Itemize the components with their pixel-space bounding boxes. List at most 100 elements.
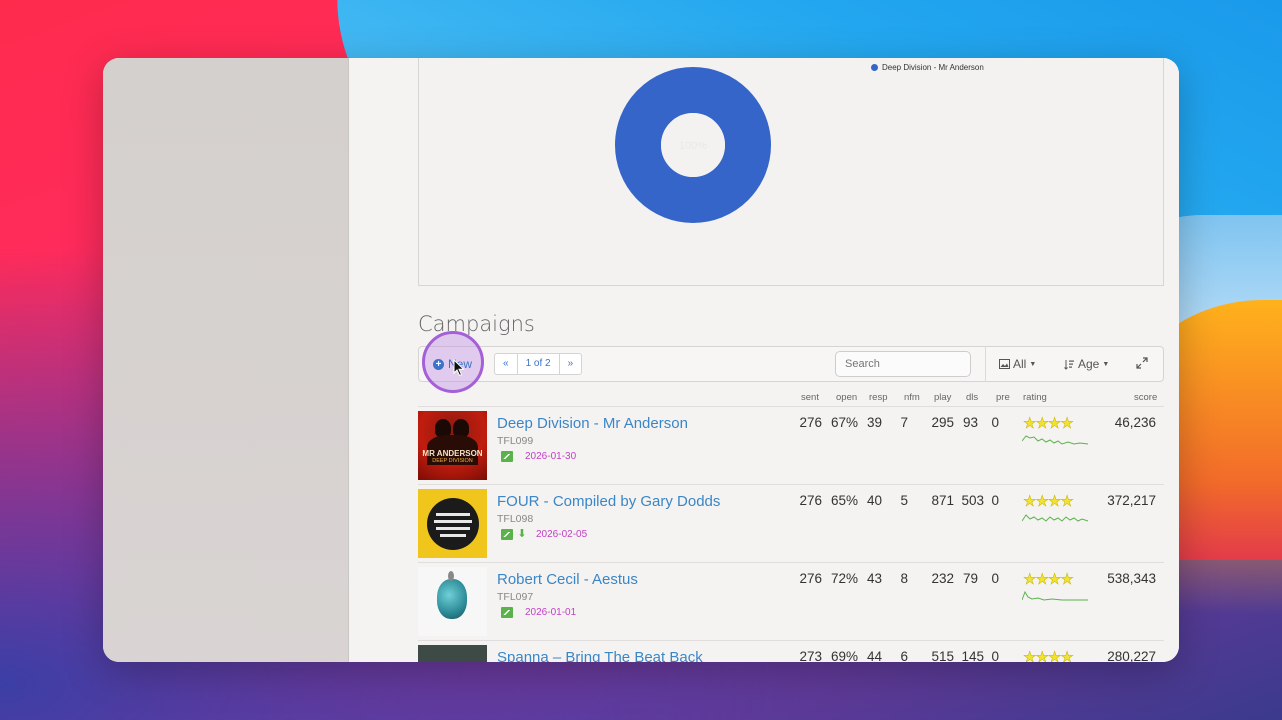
caret-down-icon: ▼: [1029, 360, 1037, 368]
catalog-code: TFL099: [497, 435, 534, 447]
asset-icons: [501, 607, 513, 618]
toolbar-divider: [985, 347, 986, 381]
nfm-value: 8: [900, 571, 908, 586]
rating-stars: ★★★★: [1023, 493, 1074, 511]
sparkline-chart: [1022, 590, 1088, 601]
filter-all-dropdown[interactable]: All ▼: [999, 357, 1036, 371]
sidebar: [103, 58, 349, 662]
image-icon[interactable]: [501, 451, 513, 462]
column-header-play[interactable]: play: [934, 392, 951, 403]
release-date: 2026-01-01: [525, 607, 577, 618]
plus-circle-icon: +: [433, 358, 444, 370]
resp-value: 44: [866, 649, 882, 662]
column-header-sent[interactable]: sent: [801, 392, 819, 403]
slice-percent-label: 100%: [679, 140, 707, 152]
cursor-icon: [453, 359, 465, 377]
open-value: 65%: [830, 493, 858, 508]
column-header-pre[interactable]: pre: [996, 392, 1010, 403]
image-icon[interactable]: [501, 529, 513, 540]
app-window: 100% Deep Division - Mr Anderson Campaig…: [103, 58, 1179, 662]
legend-label[interactable]: Deep Division - Mr Anderson: [882, 63, 984, 72]
nfm-value: 5: [900, 493, 908, 508]
pre-value: 0: [991, 571, 999, 586]
section-title: Campaigns: [418, 312, 535, 336]
open-value: 69%: [830, 649, 858, 662]
resp-value: 39: [866, 415, 882, 430]
download-icon[interactable]: ⬇: [516, 529, 528, 540]
sparkline-chart: [1022, 514, 1089, 522]
dls-value: 503: [961, 493, 984, 508]
sent-value: 273: [799, 649, 822, 662]
asset-icons: ⬇: [501, 529, 528, 540]
column-header-score[interactable]: score: [1134, 392, 1157, 403]
album-cover[interactable]: MR ANDERSON DEEP DIVISION: [418, 411, 487, 480]
campaign-title-link[interactable]: Robert Cecil - Aestus: [497, 571, 638, 588]
score-value: 538,343: [1107, 571, 1156, 586]
dls-value: 145: [961, 649, 984, 662]
score-value: 372,217: [1107, 493, 1156, 508]
album-cover[interactable]: [418, 489, 487, 558]
table-row[interactable]: FOUR - Compiled by Gary Dodds TFL098 ⬇ 2…: [418, 484, 1164, 562]
column-header-dls[interactable]: dls: [966, 392, 978, 403]
column-header-resp[interactable]: resp: [869, 392, 887, 403]
dls-value: 79: [962, 571, 978, 586]
pager-page-indicator[interactable]: 1 of 2: [518, 354, 560, 374]
score-value: 46,236: [1114, 415, 1156, 430]
campaign-title-link[interactable]: FOUR - Compiled by Gary Dodds: [497, 493, 720, 510]
play-value: 295: [931, 415, 954, 430]
caret-down-icon: ▼: [1102, 360, 1110, 368]
rating-stars: ★★★★: [1023, 415, 1074, 433]
main-content: 100% Deep Division - Mr Anderson Campaig…: [349, 58, 1179, 662]
legend-swatch: [871, 64, 878, 71]
pager-next-button[interactable]: »: [560, 354, 582, 374]
release-date: 2026-02-05: [536, 529, 588, 540]
sort-age-label: Age: [1078, 357, 1100, 371]
sent-value: 276: [799, 493, 822, 508]
image-icon[interactable]: [501, 607, 513, 618]
campaign-title-link[interactable]: Deep Division - Mr Anderson: [497, 415, 688, 432]
search-input[interactable]: [835, 351, 971, 377]
pagination: « 1 of 2 »: [494, 353, 583, 375]
album-cover-text: MR ANDERSON: [422, 449, 483, 458]
table-row[interactable]: MR ANDERSON DEEP DIVISION Deep Division …: [418, 406, 1164, 484]
nfm-value: 7: [900, 415, 908, 430]
table-row[interactable]: Spanna – Bring The Beat Back 273 69% 44 …: [418, 640, 1164, 662]
score-value: 280,227: [1107, 649, 1156, 662]
play-value: 232: [931, 571, 954, 586]
nfm-value: 6: [900, 649, 908, 662]
rating-stars: ★★★★: [1023, 649, 1074, 662]
pre-value: 0: [991, 415, 999, 430]
pre-value: 0: [991, 493, 999, 508]
column-header-rating[interactable]: rating: [1023, 392, 1047, 403]
sort-age-dropdown[interactable]: Age ▼: [1064, 357, 1109, 371]
catalog-code: TFL097: [497, 591, 534, 603]
open-value: 72%: [830, 571, 858, 586]
play-value: 515: [931, 649, 954, 662]
chart-legend: Deep Division - Mr Anderson: [871, 63, 984, 72]
sort-icon: [1064, 359, 1074, 370]
campaign-title-link[interactable]: Spanna – Bring The Beat Back: [497, 649, 703, 662]
album-cover-subtext: DEEP DIVISION: [432, 458, 473, 464]
expand-icon[interactable]: [1136, 357, 1148, 369]
sent-value: 276: [799, 571, 822, 586]
play-value: 871: [931, 493, 954, 508]
album-cover[interactable]: [418, 645, 487, 662]
filter-all-label: All: [1013, 357, 1027, 371]
picture-filter-icon: [999, 359, 1010, 369]
rating-stars: ★★★★: [1023, 571, 1074, 589]
resp-value: 43: [866, 571, 882, 586]
release-date: 2026-01-30: [525, 451, 577, 462]
column-header-nfm[interactable]: nfm: [904, 392, 920, 403]
asset-icons: [501, 451, 513, 462]
sparkline-chart: [1022, 435, 1089, 445]
open-value: 67%: [830, 415, 858, 430]
column-header-open[interactable]: open: [836, 392, 857, 403]
pager-prev-button[interactable]: «: [495, 354, 518, 374]
dls-value: 93: [962, 415, 978, 430]
sent-value: 276: [799, 415, 822, 430]
table-row[interactable]: Robert Cecil - Aestus TFL097 2026-01-01 …: [418, 562, 1164, 640]
catalog-code: TFL098: [497, 513, 534, 525]
chart-panel: 100% Deep Division - Mr Anderson: [418, 58, 1164, 286]
album-cover[interactable]: [418, 567, 487, 636]
campaigns-toolbar: + New « 1 of 2 » All ▼: [418, 331, 1164, 393]
